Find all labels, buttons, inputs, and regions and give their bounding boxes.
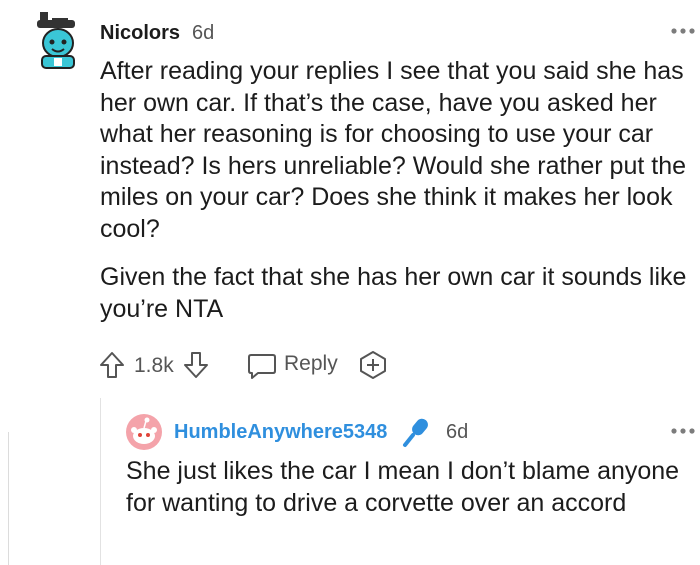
reply-icon	[248, 354, 276, 379]
avatar-icon[interactable]	[32, 12, 84, 70]
comment-body-paragraph: Given the fact that she has her own car …	[100, 263, 687, 323]
more-icon	[671, 428, 695, 434]
comment-age: 6d	[192, 22, 215, 44]
more-icon	[671, 28, 695, 34]
thread-line	[8, 432, 9, 565]
award-icon	[360, 351, 386, 379]
upvote-icon	[100, 352, 124, 378]
reply-label: Reply	[284, 352, 338, 375]
downvote-button[interactable]	[182, 350, 210, 380]
downvote-icon	[184, 352, 208, 378]
microphone-icon	[400, 416, 434, 450]
more-options-button[interactable]	[670, 24, 696, 38]
reply-button[interactable]: Reply	[246, 348, 338, 382]
comment-username[interactable]: Nicolors	[100, 22, 180, 45]
reply-more-options-button[interactable]	[670, 424, 696, 438]
upvote-button[interactable]	[98, 350, 126, 380]
reply-body: She just likes the car I mean I don’t bl…	[126, 457, 680, 517]
thread-line	[100, 398, 101, 565]
comment-body-paragraph: After reading your replies I see that yo…	[100, 57, 687, 243]
reply-username[interactable]: HumbleAnywhere5348	[174, 421, 387, 444]
award-button[interactable]	[358, 350, 388, 380]
vote-count: 1.8k	[134, 354, 174, 377]
reply-age: 6d	[446, 421, 469, 443]
snoo-avatar-icon[interactable]	[126, 414, 162, 450]
